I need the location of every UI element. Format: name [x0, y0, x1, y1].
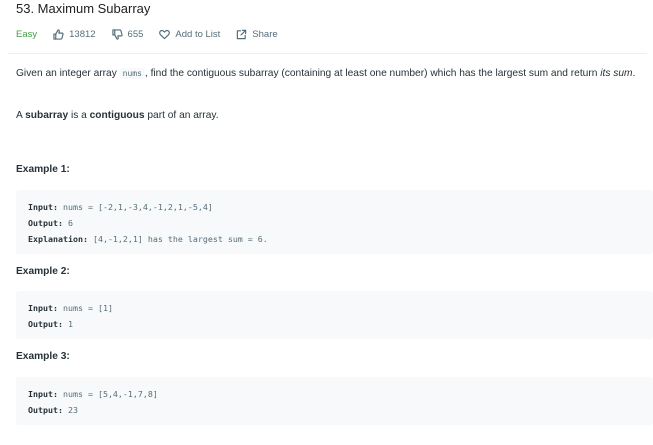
- subarray-definition: A subarray is a contiguous part of an ar…: [16, 110, 219, 121]
- difficulty-badge: Easy: [16, 28, 38, 40]
- thumbs-down-icon: [111, 28, 123, 40]
- example-3-title: Example 3:: [16, 351, 70, 362]
- dislike-button[interactable]: 655: [111, 28, 144, 40]
- share-label: Share: [252, 28, 278, 40]
- dislike-count: 655: [127, 28, 144, 40]
- problem-title: 53. Maximum Subarray: [16, 1, 151, 16]
- problem-description: Given an integer array nums, find the co…: [16, 68, 636, 79]
- example-1-output: Output: 6: [28, 218, 73, 228]
- like-button[interactable]: 13812: [53, 28, 96, 40]
- add-to-list-label: Add to List: [175, 28, 221, 40]
- bold-contiguous: contiguous: [89, 110, 145, 121]
- inline-code-nums: nums: [119, 68, 145, 79]
- header-divider: [8, 53, 647, 54]
- bold-subarray: subarray: [25, 110, 69, 121]
- example-2-input: Input: nums = [1]: [28, 303, 113, 313]
- thumbs-up-icon: [53, 28, 64, 40]
- example-1-input: Input: nums = [-2,1,-3,4,-1,2,1,-5,4]: [28, 202, 213, 212]
- example-3-box: Input: nums = [5,4,-1,7,8] Output: 23: [16, 377, 653, 425]
- example-2-title: Example 2:: [16, 266, 70, 277]
- heart-icon: [159, 29, 171, 39]
- example-3-input: Input: nums = [5,4,-1,7,8]: [28, 389, 158, 399]
- share-button[interactable]: Share: [236, 28, 278, 40]
- emphasis-its-sum: its sum: [600, 68, 633, 79]
- example-2-output: Output: 1: [28, 319, 73, 329]
- example-2-box: Input: nums = [1] Output: 1: [16, 291, 653, 339]
- like-count: 13812: [69, 28, 96, 40]
- share-icon: [237, 29, 247, 39]
- example-1-explanation: Explanation: [4,-1,2,1] has the largest …: [28, 234, 268, 244]
- example-3-output: Output: 23: [28, 405, 78, 415]
- example-1-box: Input: nums = [-2,1,-3,4,-1,2,1,-5,4] Ou…: [16, 190, 653, 254]
- problem-meta-bar: Easy 13812 655 Add to List Share: [16, 27, 294, 41]
- example-1-title: Example 1:: [16, 164, 70, 175]
- add-to-list-button[interactable]: Add to List: [159, 29, 220, 40]
